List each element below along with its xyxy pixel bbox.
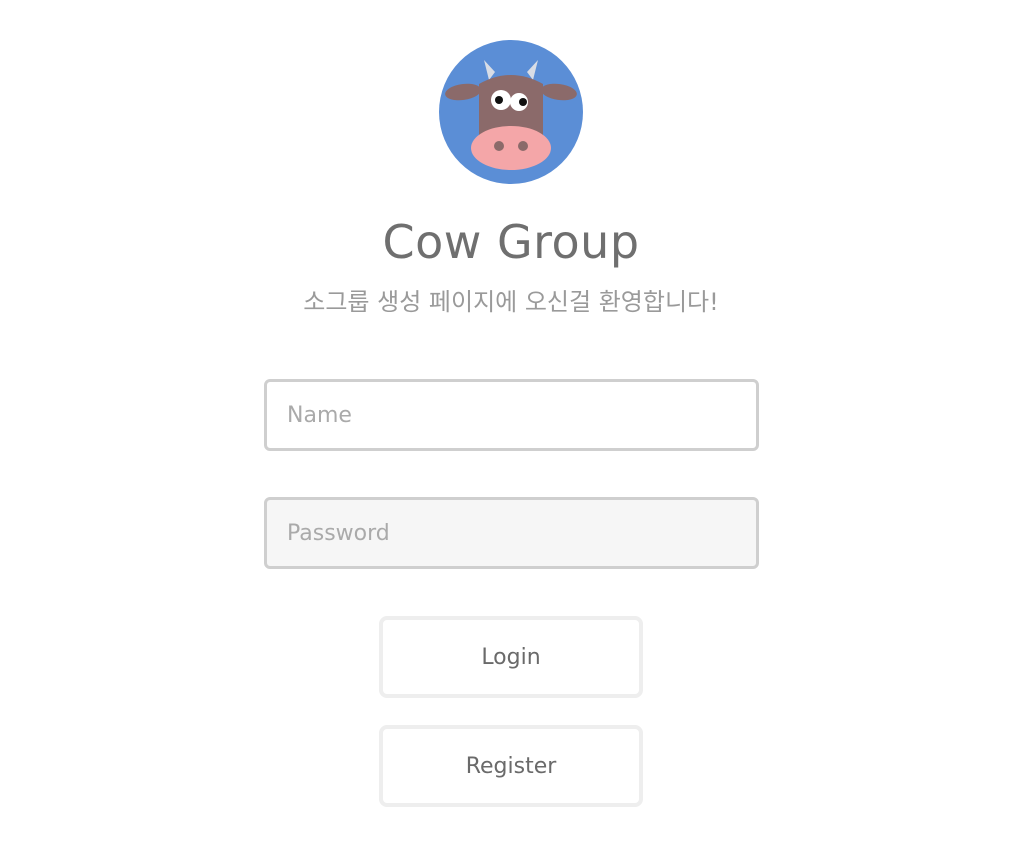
welcome-message: 소그룹 생성 페이지에 오신걸 환영합니다! (303, 288, 719, 316)
login-page: Cow Group 소그룹 생성 페이지에 오신걸 환영합니다! Login R… (0, 0, 1022, 844)
cow-logo-icon (439, 40, 583, 184)
app-title: Cow Group (382, 215, 640, 269)
name-input[interactable] (264, 379, 759, 451)
login-button[interactable]: Login (379, 616, 643, 698)
password-input[interactable] (264, 497, 759, 569)
register-button[interactable]: Register (379, 725, 643, 807)
